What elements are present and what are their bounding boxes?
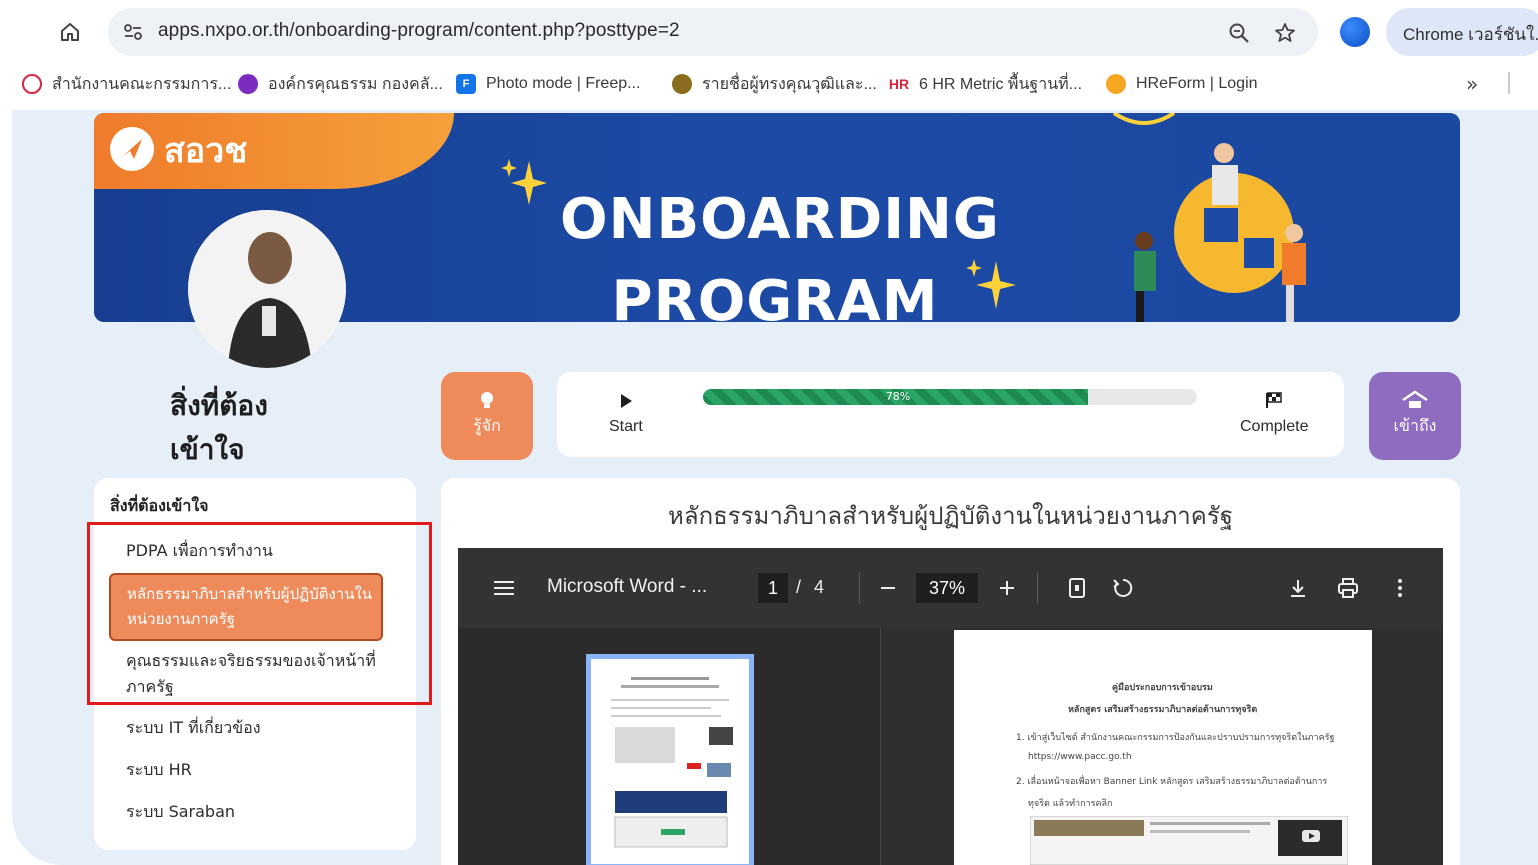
puzzle-team-illustration-icon <box>1112 113 1306 322</box>
page-separator: / <box>796 577 802 597</box>
logo-icon <box>110 127 154 171</box>
sparkle-icon <box>501 159 547 205</box>
more-bookmarks-icon[interactable]: » <box>1466 72 1478 96</box>
chrome-update-button[interactable]: Chrome เวอร์ชันใ... <box>1386 8 1538 56</box>
bookmark-item[interactable]: รายชื่อผู้ทรงคุณวุฒิและ... <box>672 72 877 96</box>
doc-link: https://www.pacc.go.th <box>1028 752 1132 762</box>
get-to-know-button[interactable]: รู้จัก <box>441 372 533 460</box>
progress-card: Start 78% Complete <box>557 372 1344 457</box>
bookmark-label: สำนักงานคณะกรรมการ... <box>52 75 232 93</box>
sidebar-title: สิ่งที่ต้องเข้าใจ <box>110 496 209 515</box>
government-seal-icon <box>22 74 42 94</box>
lightbulb-icon <box>481 392 493 408</box>
hreform-icon <box>1106 74 1126 94</box>
page-thumbnail[interactable] <box>586 654 754 865</box>
thumbnail-pane <box>458 628 880 865</box>
doc-item-2-cont: ทุจริต แล้วทำการคลิก <box>1028 799 1113 809</box>
bookmark-item[interactable]: HReForm | Login <box>1106 72 1258 96</box>
download-icon[interactable] <box>1284 574 1312 602</box>
doc-item-2: 2. เลื่อนหน้าจอเพื่อหา Banner Link หลักส… <box>1016 777 1328 787</box>
toolbar-divider <box>859 572 860 604</box>
zoom-out-icon[interactable] <box>874 574 902 602</box>
hr-logo-icon: HR <box>888 74 910 94</box>
browser-toolbar: apps.nxpo.or.th/onboarding-program/conte… <box>0 0 1538 110</box>
banner-title: ONBOARDING PROGRAM <box>560 179 1000 322</box>
bookmark-item[interactable]: F Photo mode | Freep... <box>456 72 640 96</box>
address-bar[interactable]: apps.nxpo.or.th/onboarding-program/conte… <box>108 8 1318 56</box>
start-label: Start <box>609 418 643 435</box>
page-total: 4 <box>814 577 825 597</box>
highlight-annotation <box>87 522 432 705</box>
pdf-viewer: Microsoft Word - ... 1 / 4 37% คู่มือประ… <box>458 548 1443 865</box>
ethics-org-icon <box>238 74 258 94</box>
bookmark-label: Photo mode | Freep... <box>486 75 641 92</box>
access-label: เข้าถึง <box>1393 416 1437 435</box>
pdf-title: Microsoft Word - ... <box>547 576 708 597</box>
doc-item-1: 1. เข้าสู่เว็บไซต์ สำนักงานคณะกรรมการป้อ… <box>1016 733 1335 743</box>
sidebar-item-it-systems[interactable]: ระบบ IT ที่เกี่ยวข้อง <box>126 715 386 741</box>
sidebar-item-saraban[interactable]: ระบบ Saraban <box>126 799 386 825</box>
page-heading: สิ่งที่ต้องเข้าใจ <box>170 389 268 466</box>
bookmark-star-icon[interactable] <box>1272 20 1298 46</box>
avatar <box>188 210 346 368</box>
bookmark-label: องค์กรคุณธรรม กองคลั... <box>268 75 443 93</box>
zoom-level[interactable]: 37% <box>916 573 978 603</box>
toolbar-divider <box>1037 572 1038 604</box>
bookmark-item[interactable]: องค์กรคุณธรรม กองคลั... <box>238 72 443 96</box>
access-button[interactable]: เข้าถึง <box>1369 372 1461 460</box>
progress-percent: 78% <box>885 390 911 403</box>
pdf-page: คู่มือประกอบการเข้าอบรม หลักสูตร เสริมสร… <box>954 630 1372 865</box>
doc-screenshot-image <box>1030 816 1348 865</box>
zoom-in-icon[interactable] <box>993 574 1021 602</box>
bookmark-item[interactable]: HR 6 HR Metric พื้นฐานที่... <box>889 72 1082 96</box>
finish-flag-icon <box>1266 392 1282 408</box>
rotate-icon[interactable] <box>1108 574 1136 602</box>
profile-avatar-icon[interactable] <box>1340 17 1370 47</box>
site-info-icon[interactable] <box>120 19 146 45</box>
bookmark-label: HReForm | Login <box>1136 75 1258 92</box>
home-icon[interactable] <box>52 14 88 50</box>
menu-icon[interactable] <box>490 574 518 602</box>
doc-heading: คู่มือประกอบการเข้าอบรม <box>1112 683 1213 693</box>
get-to-know-label: รู้จัก <box>473 416 501 435</box>
pane-divider <box>880 628 881 865</box>
banner-logo-strip: สอวช <box>94 113 454 189</box>
emblem-icon <box>672 74 692 94</box>
play-icon <box>621 394 632 408</box>
progress-bar: 78% <box>703 389 1197 405</box>
url-text[interactable]: apps.nxpo.or.th/onboarding-program/conte… <box>158 20 680 42</box>
bookmark-label: รายชื่อผู้ทรงคุณวุฒิและ... <box>702 75 877 93</box>
access-icon <box>1402 390 1428 408</box>
bookmark-item[interactable]: สำนักงานคณะกรรมการ... <box>22 72 231 96</box>
content-title: หลักธรรมาภิบาลสำหรับผู้ปฏิบัติงานในหน่วย… <box>668 502 1233 530</box>
sidebar-item-hr-system[interactable]: ระบบ HR <box>126 757 386 783</box>
complete-label: Complete <box>1240 418 1309 435</box>
doc-subheading: หลักสูตร เสริมสร้างธรรมาภิบาลต่อต้านการท… <box>1068 705 1258 715</box>
logo-text: สอวช <box>164 131 248 171</box>
bookmarks-bar: สำนักงานคณะกรรมการ... องค์กรคุณธรรม กองค… <box>0 66 1538 102</box>
freepik-icon: F <box>456 74 476 94</box>
bookmark-label: 6 HR Metric พื้นฐานที่... <box>919 75 1083 93</box>
print-icon[interactable] <box>1334 574 1362 602</box>
bookmarks-divider <box>1508 72 1510 94</box>
zoom-icon[interactable] <box>1226 20 1252 46</box>
page-number-input[interactable]: 1 <box>758 573 788 603</box>
banner-title-line1: ONBOARDING <box>560 187 1000 252</box>
sparkle-icon <box>966 259 1016 309</box>
pdf-toolbar: Microsoft Word - ... 1 / 4 37% <box>458 548 1443 628</box>
fit-page-icon[interactable] <box>1063 574 1091 602</box>
more-options-icon[interactable] <box>1386 574 1414 602</box>
banner-title-line2: PROGRAM <box>611 269 939 322</box>
